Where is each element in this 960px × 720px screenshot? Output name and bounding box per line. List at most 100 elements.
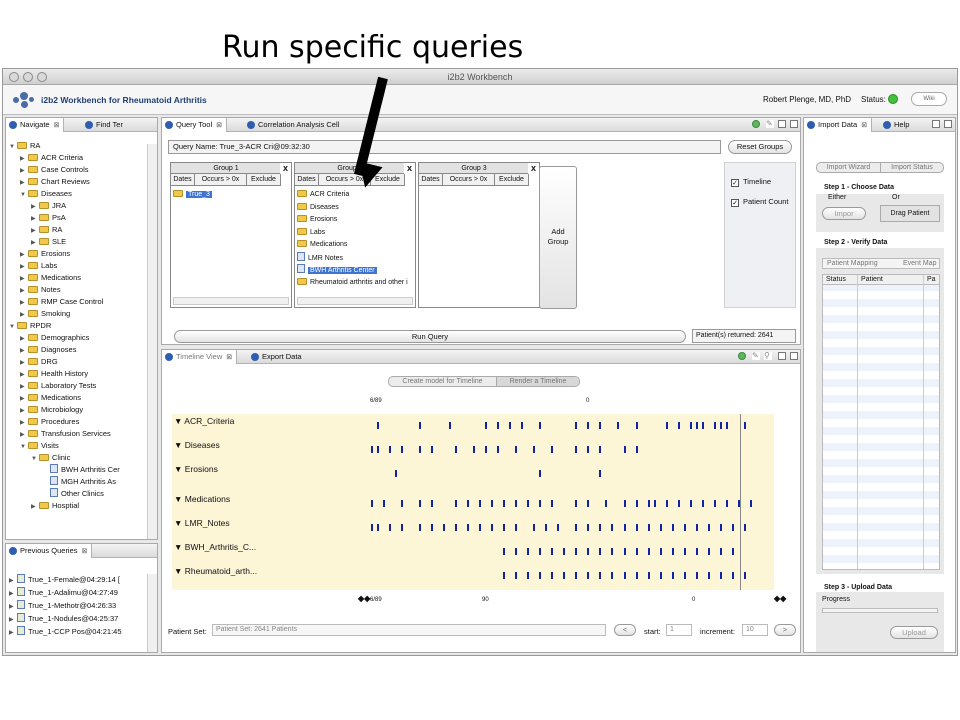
tree-item[interactable]: ▶ DRG [20,356,58,368]
timeline-event-mark[interactable] [473,446,475,453]
timeline-event-mark[interactable] [533,446,535,453]
pin-icon[interactable]: ⚲ [764,352,772,360]
tree-item[interactable]: ▼ RA [9,140,40,152]
expand-closed-icon[interactable]: ▶ [9,575,17,587]
timeline-event-mark[interactable] [708,572,710,579]
timeline-event-mark[interactable] [654,500,656,507]
tree-item[interactable]: ▶ Procedures [20,416,79,428]
timeline-event-mark[interactable] [714,500,716,507]
import-status-tab[interactable]: Import Status [881,163,943,172]
scroll-right-icon[interactable]: ◆◆ [774,594,786,603]
occurs-button[interactable]: Occurs > 0x [195,174,247,186]
timeline-event-mark[interactable] [401,524,403,531]
group-concept[interactable]: Diseases [297,202,339,214]
timeline-event-mark[interactable] [377,446,379,453]
tree-item[interactable]: ▶ Medications [20,272,81,284]
tree-item[interactable]: ▶ Demographics [20,332,89,344]
tree-item[interactable]: BWH Arthritis Cer [42,464,120,476]
tab-previous-queries[interactable]: Previous Queries ⊠ [6,544,93,558]
timeline-event-mark[interactable] [599,470,601,477]
tree-item[interactable]: ▶ Laboratory Tests [20,380,96,392]
timeline-event-mark[interactable] [491,500,493,507]
timeline-event-mark[interactable] [527,548,529,555]
group-concept[interactable]: Rheumatoid arthritis and other i [297,277,408,289]
timeline-event-mark[interactable] [455,446,457,453]
maximize-icon[interactable] [944,120,952,128]
import-wizard-tab[interactable]: Import Wizard [817,163,881,172]
timeline-event-mark[interactable] [696,548,698,555]
timeline-event-mark[interactable] [479,524,481,531]
timeline-event-mark[interactable] [678,422,680,429]
timeline-event-mark[interactable] [732,572,734,579]
dates-button[interactable]: Dates [295,174,319,186]
tree-item[interactable]: ▶ Microbiology [20,404,83,416]
timeline-event-mark[interactable] [660,524,662,531]
timeline-event-mark[interactable] [617,422,619,429]
timeline-event-mark[interactable] [575,500,577,507]
tab-query-tool[interactable]: Query Tool ⊠ [162,118,228,132]
timeline-row-label[interactable]: ▼ Medications [174,494,230,504]
timeline-event-mark[interactable] [497,422,499,429]
mapping-table[interactable]: Status Patient Pa [822,274,940,570]
timeline-event-mark[interactable] [377,524,379,531]
timeline-event-mark[interactable] [401,446,403,453]
timeline-event-mark[interactable] [605,500,607,507]
timeline-event-mark[interactable] [672,524,674,531]
timeline-event-mark[interactable] [702,500,704,507]
query-name-field[interactable]: Query Name: True_3-ACR Cri@09:32:30 [168,140,721,154]
timeline-event-mark[interactable] [690,500,692,507]
timeline-event-mark[interactable] [551,446,553,453]
increment-field[interactable]: 10 [742,624,768,636]
timeline-event-mark[interactable] [575,572,577,579]
close-icon[interactable]: ⊠ [54,122,60,129]
timeline-row-label[interactable]: ▼ Erosions [174,464,218,474]
patient-set-field[interactable]: Patient Set: 2641 Patients [212,624,606,636]
minimize-icon[interactable] [778,352,786,360]
group-concept[interactable]: LMR Notes [297,251,343,264]
previous-query-item[interactable]: ▶ True_1-Nodules@04:25:37 [9,613,118,625]
expand-open-icon[interactable]: ▼ [31,453,39,465]
timeline-event-mark[interactable] [515,548,517,555]
remove-group-icon[interactable]: x [528,163,539,174]
group-concept[interactable]: BWH Arthritis Center [297,264,377,276]
tree-item[interactable]: ▼ Clinic [31,452,70,464]
close-icon[interactable]: ⊠ [861,122,867,129]
start-field[interactable]: 1 [666,624,692,636]
expand-open-icon[interactable]: ▼ [9,321,17,333]
timeline-event-mark[interactable] [720,572,722,579]
maximize-icon[interactable] [790,120,798,128]
tree-item[interactable]: ▶ Notes [20,284,61,296]
timeline-event-mark[interactable] [503,500,505,507]
timeline-event-mark[interactable] [599,572,601,579]
exclude-button[interactable]: Exclude [247,174,281,186]
timeline-event-mark[interactable] [587,500,589,507]
event-mapping-tab[interactable]: Event Map [903,259,936,269]
timeline-event-mark[interactable] [696,524,698,531]
tree-item[interactable]: ▶ PsA [31,212,66,224]
minimize-icon[interactable] [778,120,786,128]
timeline-event-mark[interactable] [696,572,698,579]
previous-page-button[interactable]: < [614,624,636,636]
tree-item[interactable]: Other Clinics [42,488,104,500]
expand-closed-icon[interactable]: ▶ [31,501,39,513]
timeline-event-mark[interactable] [539,548,541,555]
timeline-event-mark[interactable] [708,524,710,531]
expand-open-icon[interactable]: ▼ [20,189,28,201]
expand-closed-icon[interactable]: ▶ [9,614,17,626]
timeline-event-mark[interactable] [587,446,589,453]
timeline-event-mark[interactable] [431,500,433,507]
timeline-event-mark[interactable] [401,500,403,507]
timeline-event-mark[interactable] [636,548,638,555]
timeline-event-mark[interactable] [503,572,505,579]
maximize-icon[interactable] [790,352,798,360]
timeline-event-mark[interactable] [467,500,469,507]
timeline-event-mark[interactable] [744,572,746,579]
timeline-event-mark[interactable] [624,446,626,453]
close-icon[interactable]: ⊠ [226,354,232,361]
timeline-event-mark[interactable] [497,446,499,453]
timeline-event-mark[interactable] [557,524,559,531]
create-model-button[interactable]: Create model for Timeline [389,377,497,386]
tab-timeline-view[interactable]: Timeline View ⊠ [162,350,238,364]
timeline-event-mark[interactable] [527,572,529,579]
previous-query-item[interactable]: ▶ True_1-Female@04:29:14 [ [9,574,120,586]
